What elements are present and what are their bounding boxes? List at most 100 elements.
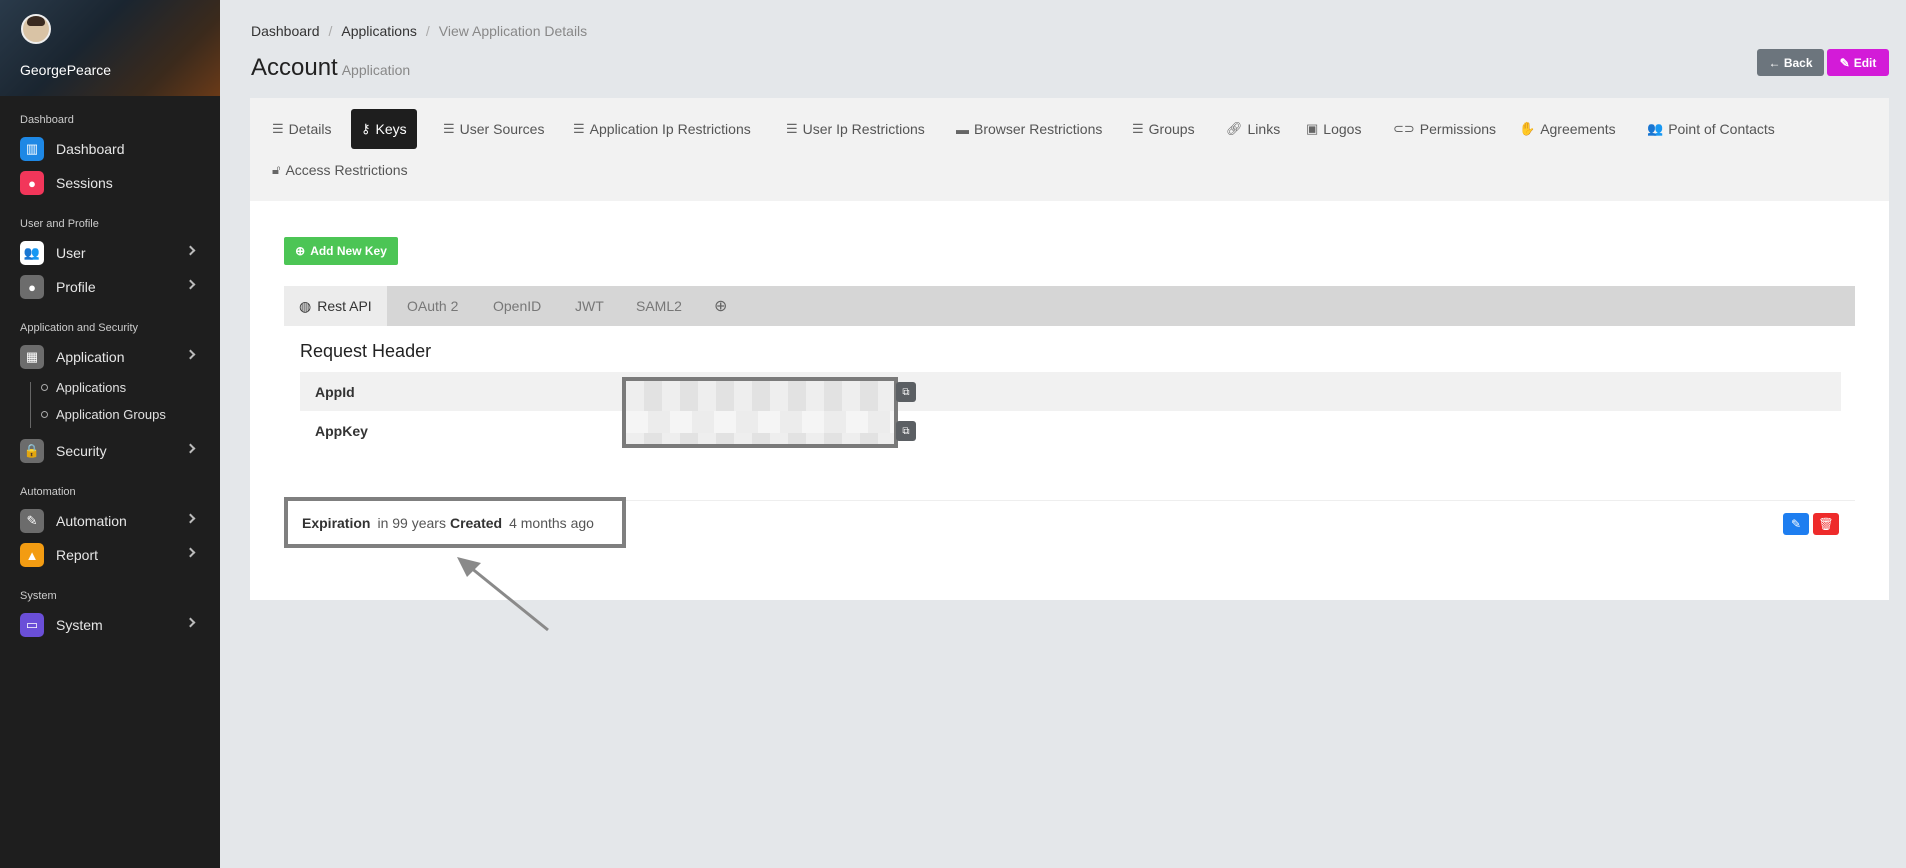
subtab-jwt[interactable]: JWT [575, 286, 604, 326]
sidebar-item-label: Application Groups [56, 407, 166, 422]
subtab-openid[interactable]: OpenID [493, 286, 541, 326]
list-icon: ☰ [1132, 121, 1144, 136]
page-subtitle: Application [341, 62, 411, 78]
magic-wand-icon: ✎ [20, 509, 44, 533]
created-value: 4 months ago [509, 514, 594, 531]
tab-label: User Ip Restrictions [802, 121, 925, 137]
edit-button-label: Edit [1853, 55, 1877, 70]
tab-logos[interactable]: ▣ Logos [1296, 109, 1371, 149]
sidebar-item-label: Dashboard [56, 141, 125, 157]
tab-label: Links [1247, 121, 1281, 137]
chevron-right-icon [185, 443, 196, 454]
sidebar-item-report[interactable]: ▲ Report [0, 538, 220, 572]
delete-key-button[interactable]: 🗑︎ [1813, 513, 1839, 535]
key-type-tabs: ◍ Rest API OAuth 2 OpenID JWT SAML2 ⊕ [284, 286, 1855, 326]
section-label-automation: Automation [20, 486, 76, 498]
sidebar-item-system[interactable]: ▭ System [0, 608, 220, 642]
section-label-dashboard: Dashboard [20, 114, 74, 126]
tab-label: User Sources [459, 121, 545, 137]
tab-links[interactable]: 🔗︎ Links [1216, 109, 1290, 149]
tab-label: Application Ip Restrictions [589, 121, 751, 137]
annotation-arrow-icon [457, 557, 549, 632]
tab-label: Agreements [1540, 121, 1616, 137]
sidebar-item-profile[interactable]: ● Profile [0, 270, 220, 304]
person-icon: ● [20, 275, 44, 299]
copy-icon[interactable]: ⧉ [896, 421, 916, 441]
chevron-right-icon [185, 547, 196, 558]
tab-label: Permissions [1419, 121, 1497, 137]
table-row: AppKey [300, 411, 1841, 450]
tab-access-restrictions[interactable]: 🔓︎ Access Restrictions [262, 150, 418, 190]
chevron-right-icon [185, 617, 196, 628]
sidebar-item-user[interactable]: 👥 User [0, 236, 220, 270]
sidebar-item-label: Report [56, 547, 99, 563]
sidebar-item-label: Application [56, 349, 125, 365]
sidebar-item-label: User [56, 245, 86, 261]
sidebar-header: GeorgePearce [0, 0, 220, 96]
toggle-icon: ⊂⊃ [1393, 121, 1415, 136]
tab-agreements[interactable]: ✋ Agreements [1509, 109, 1626, 149]
subtab-label: Rest API [317, 298, 372, 314]
sidebar-subitem-applications[interactable]: Applications [0, 374, 220, 401]
sidebar-item-label: System [56, 617, 103, 633]
sidebar-item-automation[interactable]: ✎ Automation [0, 504, 220, 538]
sidebar-item-sessions[interactable]: ● Sessions [0, 166, 220, 200]
subtab-saml2[interactable]: SAML2 [636, 286, 682, 326]
section-label-system: System [20, 590, 57, 602]
keys-card: ⊕ Add New Key ◍ Rest API OAuth 2 OpenID … [250, 201, 1889, 600]
sidebar-item-security[interactable]: 🔒 Security [0, 434, 220, 468]
sidebar-item-label: Applications [56, 380, 127, 395]
edit-key-button[interactable]: ✎ [1783, 513, 1809, 535]
redacted-key-values [622, 377, 898, 448]
tab-details[interactable]: ☰ Details [262, 109, 341, 149]
tab-browser-restrictions[interactable]: ▬ Browser Restrictions [946, 109, 1112, 149]
back-button[interactable]: ← Back [1757, 49, 1824, 76]
breadcrumb-current: View Application Details [438, 23, 588, 39]
unlock-icon: 🔓︎ [272, 162, 281, 177]
tab-groups[interactable]: ☰ Groups [1122, 109, 1205, 149]
key-meta: Expiration in 99 years Created 4 months … [284, 497, 626, 548]
edit-button[interactable]: ✎ Edit [1827, 49, 1889, 76]
chart-icon: ▥ [20, 137, 44, 161]
copy-icon[interactable]: ⧉ [896, 382, 916, 402]
tab-permissions[interactable]: ⊂⊃ Permissions [1383, 109, 1506, 149]
created-label: Created [449, 514, 503, 531]
tab-keys[interactable]: ⚷ Keys [351, 109, 417, 149]
breadcrumb-separator: / [328, 23, 333, 39]
tab-label: Point of Contacts [1668, 121, 1775, 137]
expiration-label: Expiration [302, 514, 371, 531]
username[interactable]: GeorgePearce [20, 62, 111, 78]
add-new-key-button[interactable]: ⊕ Add New Key [284, 237, 398, 265]
users-icon: 👥 [1647, 121, 1664, 136]
subtab-rest-api[interactable]: ◍ Rest API [284, 286, 387, 326]
list-icon: ☰ [786, 121, 798, 136]
chevron-right-icon [185, 349, 196, 360]
tab-point-of-contacts[interactable]: 👥 Point of Contacts [1637, 109, 1785, 149]
sidebar-item-label: Automation [56, 513, 127, 529]
avatar[interactable] [21, 14, 51, 44]
tab-bar: ☰ Details ⚷ Keys ☰ User Sources ☰ Applicatio… [250, 98, 1889, 201]
globe-icon: ◍ [299, 297, 312, 314]
sidebar-item-dashboard[interactable]: ▥ Dashboard [0, 132, 220, 166]
users-icon: 👥 [20, 241, 44, 265]
breadcrumb-applications[interactable]: Applications [341, 23, 417, 39]
subtab-oauth2[interactable]: OAuth 2 [407, 286, 458, 326]
tab-user-sources[interactable]: ☰ User Sources [433, 109, 554, 149]
chevron-right-icon [185, 279, 196, 290]
section-label-user-profile: User and Profile [20, 218, 99, 230]
tab-label: Keys [375, 121, 407, 137]
add-tab-icon[interactable]: ⊕ [714, 286, 727, 326]
section-label-app-security: Application and Security [20, 322, 139, 334]
grid-icon: ▦ [20, 345, 44, 369]
tab-label: Details [288, 121, 332, 137]
tab-user-ip-restrictions[interactable]: ☰ User Ip Restrictions [776, 109, 935, 149]
trash-icon: 🗑︎ [1818, 517, 1834, 531]
sidebar-subitem-application-groups[interactable]: Application Groups [0, 401, 220, 428]
tab-application-ip-restrictions[interactable]: ☰ Application Ip Restrictions [563, 109, 761, 149]
breadcrumb-dashboard[interactable]: Dashboard [251, 23, 320, 39]
add-new-key-label: Add New Key [310, 244, 387, 258]
sidebar-item-application[interactable]: ▦ Application [0, 340, 220, 374]
tree-line [30, 382, 31, 428]
chevron-right-icon [185, 245, 196, 256]
edit-icon: ✎ [1790, 517, 1802, 531]
